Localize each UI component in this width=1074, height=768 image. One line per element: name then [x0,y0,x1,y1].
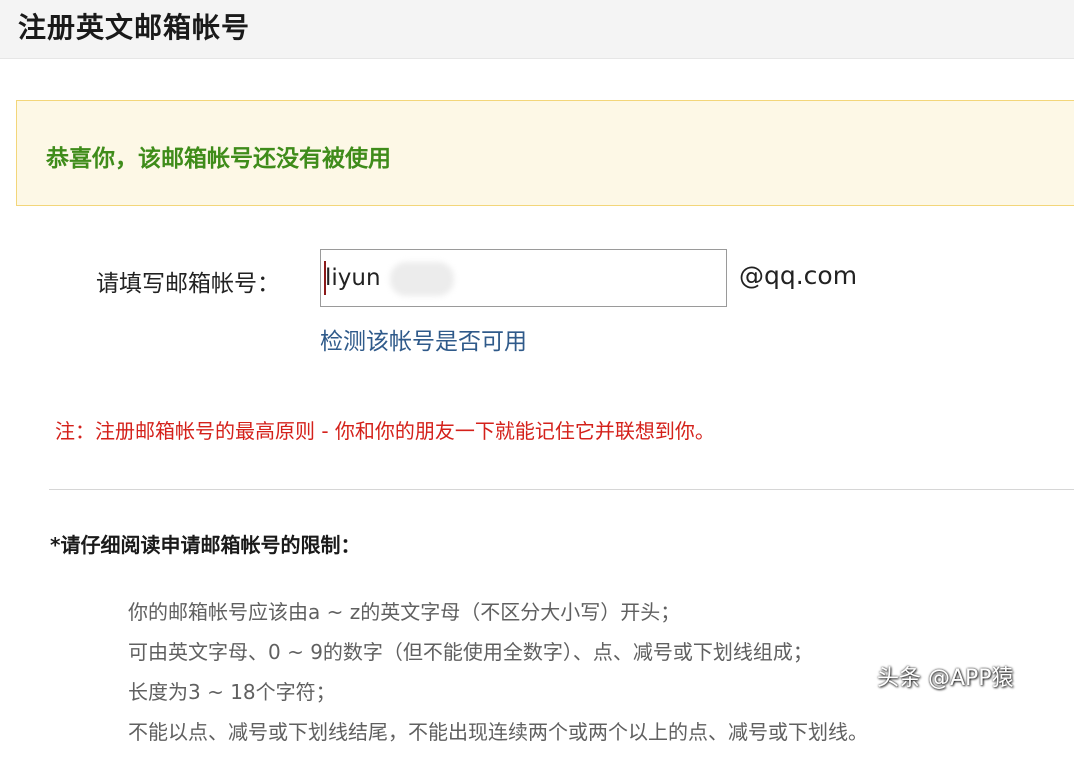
restrictions-title: *请仔细阅读申请邮箱帐号的限制： [50,533,361,557]
restriction-item: 你的邮箱帐号应该由a ~ z的英文字母（不区分大小写）开头； [128,600,681,624]
page-title: 注册英文邮箱帐号 [18,11,251,44]
section-divider [49,489,1074,490]
restriction-item: 长度为3 ~ 18个字符； [128,680,336,704]
text-cursor [324,261,326,295]
naming-principle-note: 注：注册邮箱帐号的最高原则 - 你和你的朋友一下就能记住它并联想到你。 [55,419,715,443]
check-availability-link[interactable]: 检测该帐号是否可用 [320,322,527,356]
restriction-item: 不能以点、减号或下划线结尾，不能出现连续两个或两个以上的点、减号或下划线。 [128,720,868,744]
watermark: 头条 @APP猿 [877,666,1014,691]
redaction-blur [390,262,454,296]
email-account-label: 请填写邮箱帐号： [96,271,280,297]
availability-notice: 恭喜你，该邮箱帐号还没有被使用 [16,100,1074,206]
email-domain-suffix: @qq.com [739,261,858,290]
restriction-item: 可由英文字母、0 ~ 9的数字（但不能使用全数字）、点、减号或下划线组成； [128,640,813,664]
availability-message: 恭喜你，该邮箱帐号还没有被使用 [46,146,391,172]
page-header: 注册英文邮箱帐号 [0,0,1074,59]
restrictions-list: 你的邮箱帐号应该由a ~ z的英文字母（不区分大小写）开头； 可由英文字母、0 … [128,592,868,752]
email-account-input[interactable] [320,249,727,307]
